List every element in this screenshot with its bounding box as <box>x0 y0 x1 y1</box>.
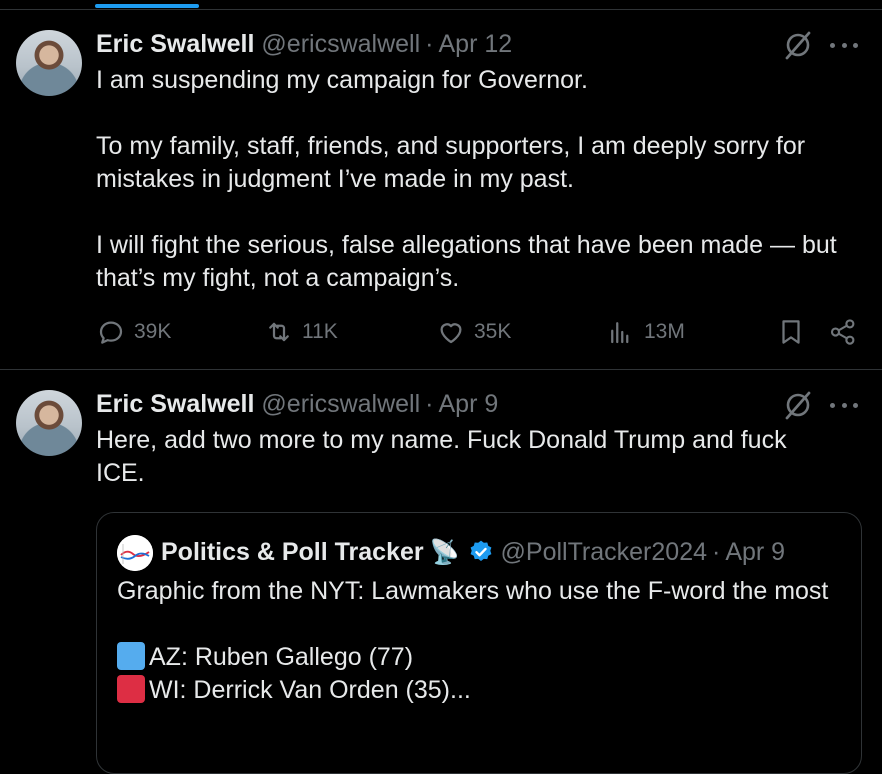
like-button[interactable]: 35K <box>436 314 511 350</box>
bookmark-icon <box>782 320 800 344</box>
tweet-paragraph: Here, add two more to my name. Fuck Dona… <box>96 426 787 487</box>
author-handle[interactable]: @ericswalwell <box>261 390 420 419</box>
reply-count: 39K <box>134 320 172 343</box>
avatar[interactable] <box>16 30 82 96</box>
tweet-date[interactable]: Apr 9 <box>725 538 785 567</box>
active-tab-indicator <box>95 4 199 8</box>
like-count: 35K <box>474 320 512 343</box>
views-count: 13M <box>644 320 685 343</box>
author-name[interactable]: Eric Swalwell <box>96 390 254 419</box>
tweet-paragraph: I will fight the serious, false allegati… <box>96 231 837 292</box>
red-square-emoji <box>117 675 145 703</box>
repost-button[interactable]: 11K <box>264 314 338 350</box>
verified-badge-icon <box>470 540 491 561</box>
like-icon <box>440 323 462 344</box>
tweet-header: Eric Swalwell @ericswalwell · Apr 9 <box>96 388 498 420</box>
quoted-tweet-text: Graphic from the NYT: Lawmakers who use … <box>117 575 847 707</box>
views-button[interactable]: 13M <box>606 314 685 350</box>
separator-dot: · <box>425 29 434 58</box>
author-handle[interactable]: @PollTracker2024 <box>501 538 707 567</box>
quoted-tweet-header: Politics & Poll Tracker 📡 @PollTracker20… <box>161 535 785 569</box>
share-icon <box>830 319 855 345</box>
tweet-paragraph: I am suspending my campaign for Governor… <box>96 66 588 94</box>
author-name[interactable]: Eric Swalwell <box>96 30 254 59</box>
tweet-actions: 39K 11K 35K 13M <box>96 314 862 350</box>
author-handle[interactable]: @ericswalwell <box>261 30 420 59</box>
list-item: WI: Derrick Van Orden (35)... <box>117 674 847 707</box>
reply-icon <box>99 321 123 344</box>
repost-icon <box>269 322 289 342</box>
grok-icon[interactable] <box>782 389 814 421</box>
bookmark-button[interactable] <box>776 314 806 350</box>
tweet-header: Eric Swalwell @ericswalwell · Apr 12 <box>96 28 512 60</box>
reply-button[interactable]: 39K <box>96 314 171 350</box>
tweet-text: Here, add two more to my name. Fuck Dona… <box>96 424 836 490</box>
quoted-tweet[interactable]: Politics & Poll Tracker 📡 @PollTracker20… <box>96 512 862 774</box>
quoted-tweet-paragraph: Graphic from the NYT: Lawmakers who use … <box>117 577 829 605</box>
blue-square-emoji <box>117 642 145 670</box>
share-button[interactable] <box>828 314 858 350</box>
tweet-text: I am suspending my campaign for Governor… <box>96 64 856 295</box>
more-icon[interactable] <box>830 29 858 61</box>
views-icon <box>611 322 629 344</box>
repost-count: 11K <box>302 320 338 343</box>
list-item-label: WI: Derrick Van Orden (35)... <box>149 676 471 704</box>
separator-dot: · <box>425 389 434 418</box>
more-icon[interactable] <box>830 389 858 421</box>
separator-dot: · <box>712 537 721 566</box>
list-item-label: AZ: Ruben Gallego (77) <box>149 643 414 671</box>
tweet[interactable]: Eric Swalwell @ericswalwell · Apr 12 I a… <box>0 10 882 368</box>
list-item: AZ: Ruben Gallego (77) <box>117 641 847 674</box>
avatar[interactable] <box>16 390 82 456</box>
tweet-date[interactable]: Apr 12 <box>439 30 513 59</box>
satellite-dish-emoji: 📡 <box>429 538 460 566</box>
avatar[interactable] <box>117 535 153 571</box>
grok-icon[interactable] <box>782 29 814 61</box>
author-name[interactable]: Politics & Poll Tracker <box>161 538 424 567</box>
tweet-paragraph: To my family, staff, friends, and suppor… <box>96 132 806 193</box>
tweet-date[interactable]: Apr 9 <box>439 390 499 419</box>
